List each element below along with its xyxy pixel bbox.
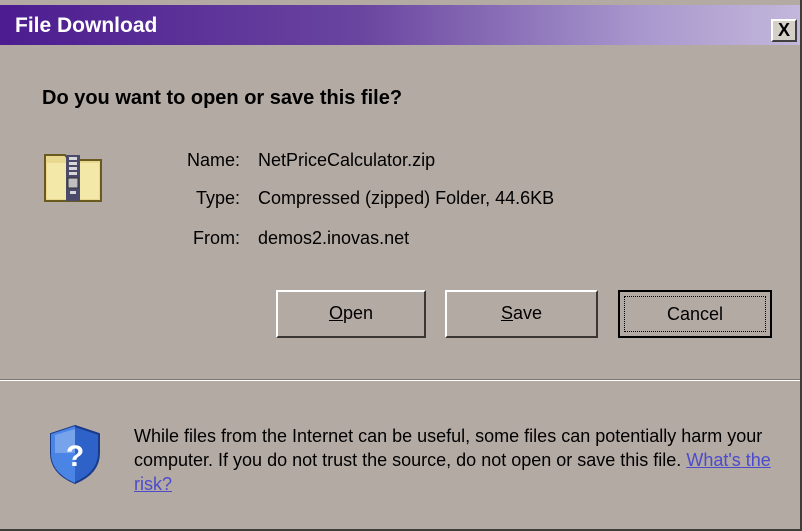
file-type: Compressed (zipped) Folder, 44.6KB	[258, 188, 555, 208]
open-button-label: Open	[328, 303, 374, 323]
file-download-dialog: File Download X Do you want to open or s…	[0, 0, 802, 531]
svg-text:?: ?	[66, 440, 84, 473]
zip-folder-icon	[44, 154, 102, 202]
save-button-label: Save	[500, 303, 543, 323]
close-button[interactable]: X	[771, 19, 797, 42]
file-source: demos2.inovas.net	[258, 228, 410, 248]
type-label: Type:	[195, 188, 240, 208]
close-icon: X	[777, 20, 790, 40]
title-bar[interactable]: File Download X	[0, 5, 800, 45]
from-label: From:	[193, 228, 240, 248]
save-button[interactable]: Save	[445, 290, 598, 338]
dialog-title: File Download	[15, 14, 158, 37]
file-name: NetPriceCalculator.zip	[258, 150, 436, 170]
open-button[interactable]: Open	[276, 290, 426, 338]
warning-text: While files from the Internet can be use…	[134, 426, 763, 470]
separator	[0, 379, 800, 381]
dialog-question: Do you want to open or save this file?	[42, 87, 403, 109]
name-label: Name:	[186, 150, 240, 170]
cancel-button-label: Cancel	[624, 296, 766, 332]
security-warning: While files from the Internet can be use…	[134, 424, 784, 496]
cancel-button[interactable]: Cancel	[618, 290, 772, 338]
shield-question-icon: ?	[50, 424, 100, 485]
